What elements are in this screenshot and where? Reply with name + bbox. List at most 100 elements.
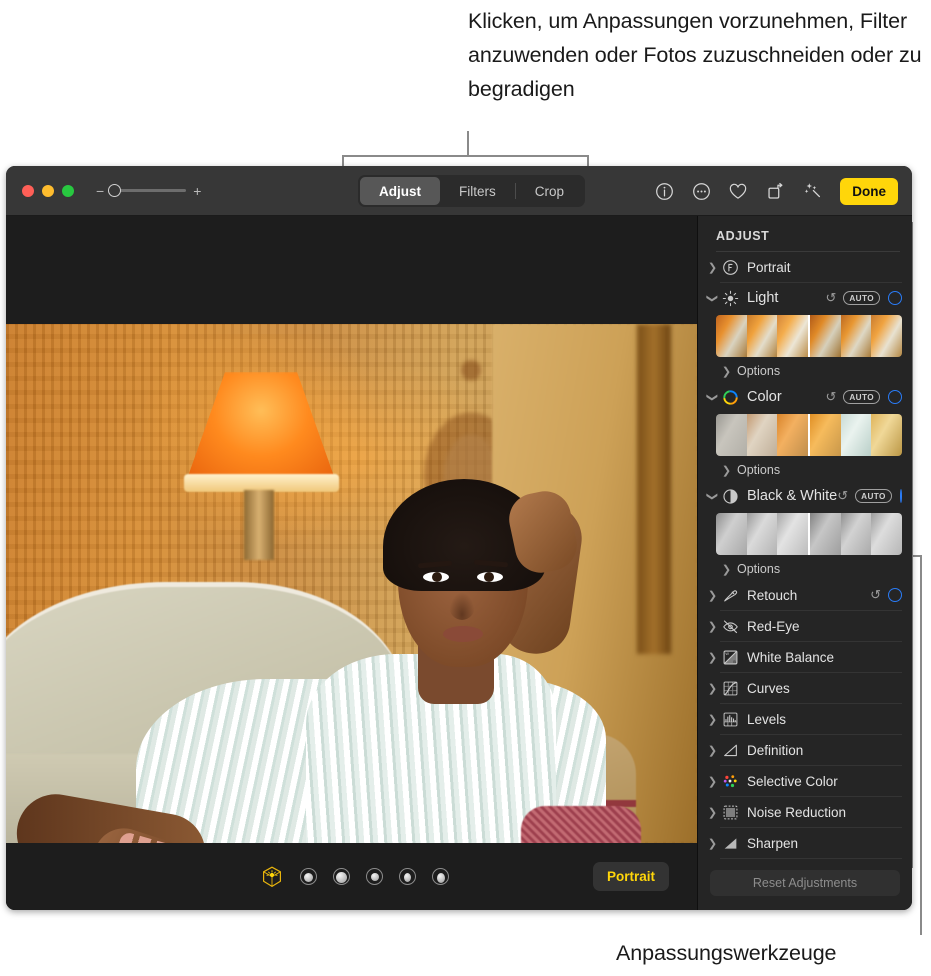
chevron-right-icon[interactable]: ❯ [720, 365, 733, 378]
sidebar-item-color[interactable]: ❯ Color ↺ AUTO [698, 382, 912, 412]
sidebar-item-light[interactable]: ❯ Light ↺ AUTO [698, 283, 912, 313]
red-eye-icon [721, 617, 740, 636]
studio-light-button[interactable] [300, 868, 317, 885]
callout-text-bottom: Anpassungswerkzeuge [616, 941, 837, 965]
chevron-right-icon[interactable]: ❯ [720, 563, 733, 576]
callout-text-top: Klicken, um Anpassungen vorzunehmen, Fil… [468, 9, 922, 101]
black-white-options-row[interactable]: ❯ Options [698, 558, 912, 580]
sharpen-icon [721, 834, 740, 853]
zoom-slider[interactable]: − + [96, 183, 201, 198]
sidebar-item-label: Portrait [747, 259, 791, 275]
sidebar-item-label: Definition [747, 742, 804, 758]
options-label: Options [737, 562, 781, 576]
chevron-right-icon[interactable]: ❯ [706, 713, 719, 726]
window-body: Portrait ADJUST ❯ Portrait ❯ Light ↺ AUT… [6, 216, 912, 910]
definition-icon [721, 741, 740, 760]
chevron-down-icon[interactable]: ❯ [706, 391, 719, 404]
sidebar-item-black-and-white[interactable]: ❯ Black & White ↺ AUTO [698, 481, 912, 511]
zoom-out-icon[interactable]: − [96, 184, 104, 198]
chevron-right-icon[interactable]: ❯ [706, 775, 719, 788]
revert-icon[interactable]: ↺ [825, 389, 836, 405]
color-options-row[interactable]: ❯ Options [698, 459, 912, 481]
sidebar-item-selective-color[interactable]: ❯ Selective Color [698, 766, 912, 796]
portrait-mode-badge[interactable]: Portrait [592, 862, 669, 891]
stage-light-mono-button[interactable] [399, 868, 416, 885]
auto-button[interactable]: AUTO [855, 489, 892, 503]
noise-reduction-icon [721, 803, 740, 822]
rotate-icon[interactable] [764, 180, 786, 202]
sidebar-title: ADJUST [716, 229, 770, 243]
photos-editor-window: − + Adjust Filters Crop Done Portrait AD… [6, 166, 912, 910]
sidebar-item-white-balance[interactable]: ❯ W B White Balance [698, 642, 912, 672]
leader-bracket-top [342, 155, 589, 157]
adjust-list[interactable]: ❯ Portrait ❯ Light ↺ AUTO ❯ Options ❯ Co… [698, 252, 912, 860]
auto-enhance-icon[interactable] [801, 180, 823, 202]
chevron-right-icon[interactable]: ❯ [706, 682, 719, 695]
sidebar-item-levels[interactable]: ❯ Levels [698, 704, 912, 734]
chevron-right-icon[interactable]: ❯ [706, 744, 719, 757]
sidebar-item-definition[interactable]: ❯ Definition [698, 735, 912, 765]
chevron-right-icon[interactable]: ❯ [706, 837, 719, 850]
chevron-right-icon[interactable]: ❯ [706, 261, 719, 274]
sidebar-item-vignette[interactable]: ❯ Vignette [698, 859, 912, 860]
enable-toggle[interactable] [888, 390, 902, 404]
stage-light-button[interactable] [366, 868, 383, 885]
high-key-mono-button[interactable] [432, 868, 449, 885]
zoom-slider-track[interactable] [108, 183, 187, 197]
sidebar-item-retouch[interactable]: ❯ Retouch ↺ [698, 580, 912, 610]
color-wheel-icon [721, 388, 740, 407]
chevron-right-icon[interactable]: ❯ [706, 651, 719, 664]
close-window-button[interactable] [22, 184, 34, 197]
zoom-slider-knob[interactable] [108, 183, 122, 197]
sidebar-item-label: Selective Color [747, 773, 838, 789]
contour-light-button[interactable] [333, 868, 350, 885]
zoom-in-icon[interactable]: + [193, 184, 201, 198]
photo-viewer[interactable]: Portrait [6, 216, 697, 910]
edit-mode-segmented-control[interactable]: Adjust Filters Crop [358, 175, 586, 207]
light-preview-thumbnails[interactable] [716, 315, 902, 357]
black-white-preview-thumbnails[interactable] [716, 513, 902, 555]
enable-toggle[interactable] [888, 291, 902, 305]
favorite-heart-icon[interactable] [727, 180, 749, 202]
chevron-right-icon[interactable]: ❯ [706, 620, 719, 633]
chevron-down-icon[interactable]: ❯ [706, 490, 719, 503]
info-icon[interactable] [653, 180, 675, 202]
tab-adjust[interactable]: Adjust [360, 177, 440, 205]
edited-photo[interactable] [6, 324, 697, 843]
sidebar-item-label: Light [747, 290, 779, 306]
sidebar-item-sharpen[interactable]: ❯ Sharpen [698, 828, 912, 858]
zoom-window-button[interactable] [62, 184, 74, 197]
color-preview-thumbnails[interactable] [716, 414, 902, 456]
window-titlebar: − + Adjust Filters Crop Done [6, 166, 912, 216]
natural-light-cube-icon[interactable] [260, 865, 284, 889]
revert-icon[interactable]: ↺ [837, 488, 848, 504]
tab-crop[interactable]: Crop [516, 177, 583, 205]
sidebar-item-label: Color [747, 389, 782, 405]
auto-button[interactable]: AUTO [843, 291, 880, 305]
portrait-lighting-filmstrip[interactable] [260, 865, 449, 889]
options-label: Options [737, 364, 781, 378]
reset-adjustments-button[interactable]: Reset Adjustments [710, 870, 900, 896]
chevron-right-icon[interactable]: ❯ [706, 589, 719, 602]
chevron-down-icon[interactable]: ❯ [706, 292, 719, 305]
sidebar-item-portrait[interactable]: ❯ Portrait [698, 252, 912, 282]
tab-filters[interactable]: Filters [440, 177, 515, 205]
chevron-right-icon[interactable]: ❯ [720, 464, 733, 477]
revert-icon[interactable]: ↺ [870, 587, 881, 603]
sidebar-item-noise-reduction[interactable]: ❯ Noise Reduction [698, 797, 912, 827]
enable-toggle[interactable] [888, 588, 902, 602]
more-options-icon[interactable] [690, 180, 712, 202]
done-button[interactable]: Done [840, 177, 898, 205]
chevron-right-icon[interactable]: ❯ [706, 806, 719, 819]
auto-button[interactable]: AUTO [843, 390, 880, 404]
enable-toggle[interactable] [899, 489, 902, 503]
revert-icon[interactable]: ↺ [825, 290, 836, 306]
light-options-row[interactable]: ❯ Options [698, 360, 912, 382]
minimize-window-button[interactable] [42, 184, 54, 197]
svg-text:W: W [725, 652, 729, 656]
sidebar-item-curves[interactable]: ❯ Curves [698, 673, 912, 703]
curves-icon [721, 679, 740, 698]
sidebar-item-red-eye[interactable]: ❯ Red-Eye [698, 611, 912, 641]
sidebar-item-label: Curves [747, 680, 790, 696]
sidebar-item-label: Noise Reduction [747, 804, 847, 820]
